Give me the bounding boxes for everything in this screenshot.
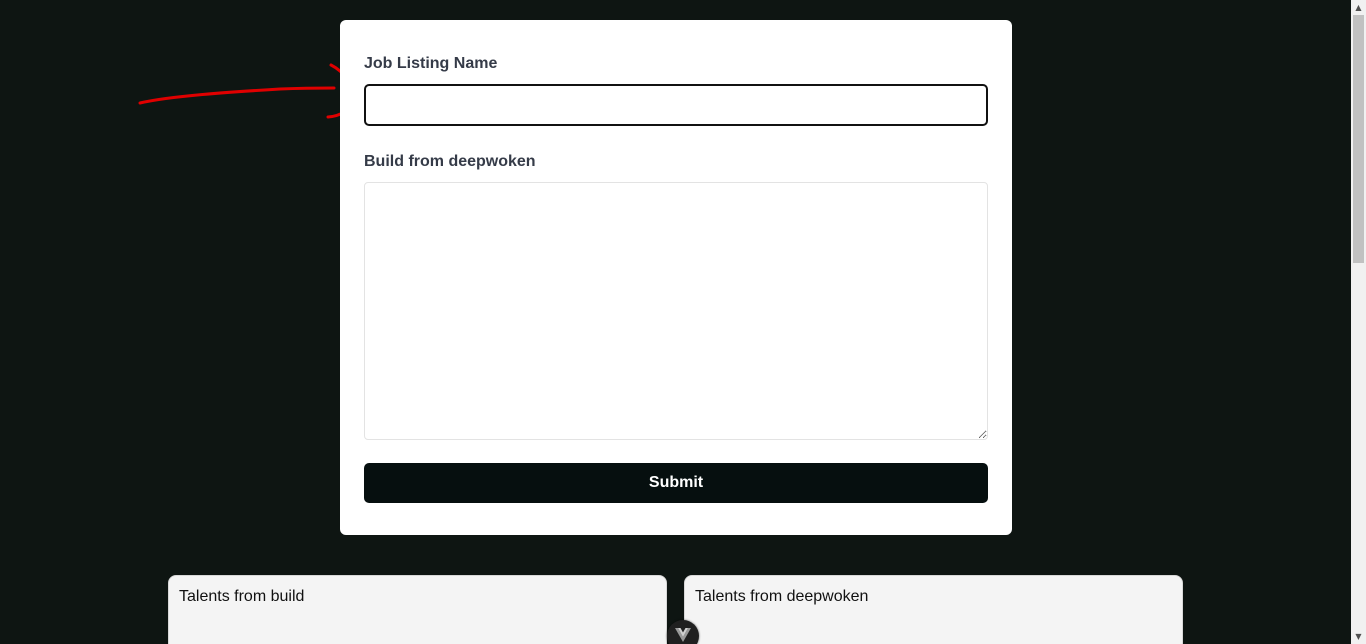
scroll-down-arrow-icon[interactable]: ▼	[1351, 629, 1366, 644]
vue-devtools-button[interactable]	[667, 620, 699, 644]
talents-from-deepwoken-card: Talents from deepwoken	[684, 575, 1183, 644]
job-listing-name-label: Job Listing Name	[364, 55, 498, 72]
talents-from-deepwoken-title: Talents from deepwoken	[695, 588, 869, 605]
talents-from-build-card: Talents from build	[168, 575, 667, 644]
job-listing-name-input[interactable]	[364, 84, 988, 126]
page: Job Listing Name Build from deepwoken Su…	[0, 0, 1366, 644]
job-listing-form: Job Listing Name Build from deepwoken Su…	[340, 20, 1012, 535]
vue-devtools-icon	[675, 628, 691, 642]
scroll-up-arrow-icon[interactable]: ▲	[1351, 0, 1366, 15]
talents-from-build-title: Talents from build	[179, 588, 305, 605]
build-textarea[interactable]	[364, 182, 988, 440]
build-label: Build from deepwoken	[364, 153, 536, 170]
vertical-scrollbar[interactable]: ▲ ▼	[1351, 0, 1366, 644]
scrollbar-thumb[interactable]	[1353, 15, 1364, 263]
submit-button[interactable]: Submit	[364, 463, 988, 503]
